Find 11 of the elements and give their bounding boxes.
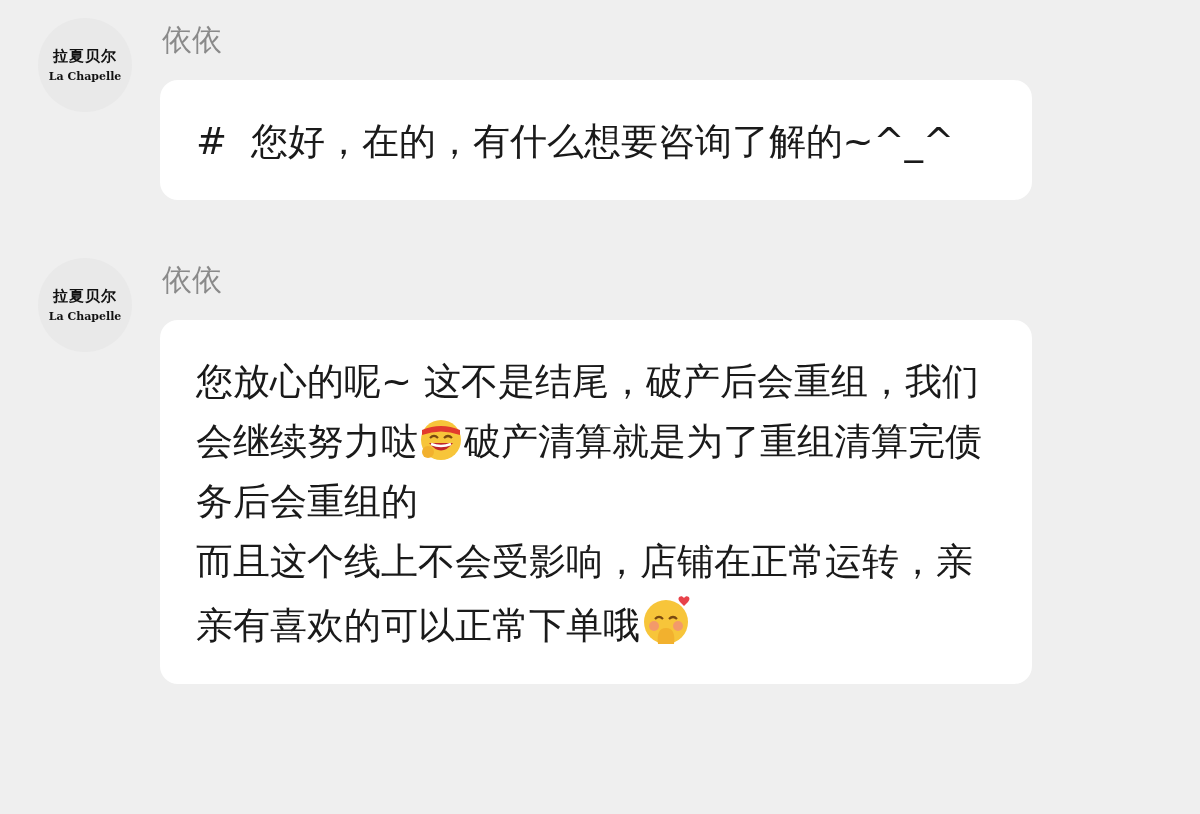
message-text: # 您好，在的，有什么想要咨询了解的~^_^ <box>196 119 956 165</box>
brand-name: 拉夏贝尔 <box>53 47 117 66</box>
sender-name: 依依 <box>162 261 223 299</box>
sender-name: 依依 <box>162 21 223 59</box>
brand-name: 拉夏贝尔 <box>53 287 117 306</box>
avatar[interactable]: 拉夏贝尔 La Chapelle <box>38 258 132 352</box>
brand-name: La Chapelle <box>48 310 122 323</box>
message-text: 您放心的呢~ 这不是结尾，破产后会重组，我们会继续努力哒 破产清算就是为了重组清算完债务后会重组的 <box>196 359 983 525</box>
message-text: 而且这个线上不会受影响，店铺在正常运转，亲亲有喜欢的可以正常下单哦 <box>196 539 974 650</box>
brand-name: La Chapelle <box>48 70 122 83</box>
avatar[interactable]: 拉夏贝尔 La Chapelle <box>38 18 132 112</box>
